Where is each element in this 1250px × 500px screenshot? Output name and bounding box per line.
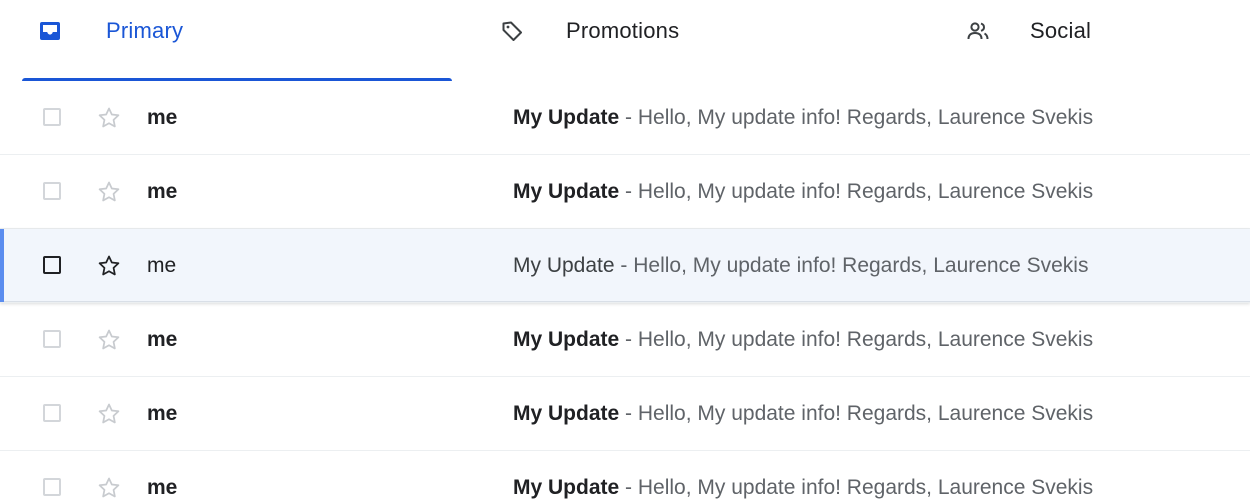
email-list: me My Update - Hello, My update info! Reg… <box>0 81 1250 500</box>
select-checkbox[interactable] <box>43 108 61 126</box>
select-checkbox[interactable] <box>43 256 61 274</box>
email-snippet: Hello, My update info! Regards, Laurence… <box>637 328 1094 351</box>
select-checkbox[interactable] <box>43 330 61 348</box>
email-snippet: Hello, My update info! Regards, Laurence… <box>637 106 1094 129</box>
star-icon[interactable] <box>96 179 122 205</box>
inbox-icon <box>40 22 60 40</box>
email-subject: My Update <box>513 328 620 351</box>
sender-name: me <box>147 328 178 351</box>
star-icon[interactable] <box>96 253 122 279</box>
subject-separator: - <box>619 180 638 203</box>
email-subject: My Update <box>513 180 620 203</box>
subject-separator: - <box>619 402 638 425</box>
subject-separator: - <box>619 106 638 129</box>
message-preview: My Update - Hello, My update info! Regar… <box>513 179 1243 205</box>
email-snippet: Hello, My update info! Regards, Laurence… <box>637 180 1094 203</box>
star-icon[interactable] <box>96 475 122 500</box>
email-row[interactable]: me My Update - Hello, My update info! Reg… <box>0 81 1250 155</box>
category-tabs: Primary Promotions Social <box>0 0 1250 82</box>
email-subject: My Update <box>513 476 620 499</box>
sender-name: me <box>147 402 178 425</box>
email-snippet: Hello, My update info! Regards, Laurence… <box>637 476 1094 499</box>
inbox-app: Primary Promotions Social me My Update - … <box>0 0 1250 500</box>
tab-social-label: Social <box>1030 18 1092 43</box>
message-preview: My Update - Hello, My update info! Regar… <box>513 105 1243 131</box>
subject-separator: - <box>614 254 634 277</box>
star-icon[interactable] <box>96 327 122 353</box>
star-icon[interactable] <box>96 105 122 131</box>
email-row[interactable]: me My Update - Hello, My update info! Reg… <box>0 229 1250 303</box>
email-row[interactable]: me My Update - Hello, My update info! Reg… <box>0 451 1250 500</box>
select-checkbox[interactable] <box>43 182 61 200</box>
select-checkbox[interactable] <box>43 404 61 422</box>
sender-name: me <box>147 476 178 499</box>
tag-icon <box>502 21 522 41</box>
star-icon[interactable] <box>96 401 122 427</box>
message-preview: My Update - Hello, My update info! Regar… <box>513 327 1243 353</box>
sender-name: me <box>147 106 178 129</box>
email-row[interactable]: me My Update - Hello, My update info! Reg… <box>0 155 1250 229</box>
message-preview: My Update - Hello, My update info! Regar… <box>513 253 1243 279</box>
subject-separator: - <box>619 476 638 499</box>
email-subject: My Update <box>513 106 620 129</box>
email-row[interactable]: me My Update - Hello, My update info! Reg… <box>0 377 1250 451</box>
subject-separator: - <box>619 328 638 351</box>
people-icon <box>967 22 989 40</box>
tab-primary[interactable]: Primary <box>0 0 452 82</box>
tab-primary-label: Primary <box>106 18 184 43</box>
email-snippet: Hello, My update info! Regards, Laurence… <box>633 254 1089 277</box>
email-row[interactable]: me My Update - Hello, My update info! Reg… <box>0 303 1250 377</box>
message-preview: My Update - Hello, My update info! Regar… <box>513 475 1243 500</box>
select-checkbox[interactable] <box>43 478 61 496</box>
tab-social[interactable]: Social <box>904 0 1250 81</box>
sender-name: me <box>147 254 177 277</box>
message-preview: My Update - Hello, My update info! Regar… <box>513 401 1243 427</box>
sender-name: me <box>147 180 178 203</box>
tab-promotions-label: Promotions <box>566 18 680 43</box>
tab-promotions[interactable]: Promotions <box>452 0 904 81</box>
email-snippet: Hello, My update info! Regards, Laurence… <box>637 402 1094 425</box>
email-subject: My Update <box>513 254 615 277</box>
email-subject: My Update <box>513 402 620 425</box>
